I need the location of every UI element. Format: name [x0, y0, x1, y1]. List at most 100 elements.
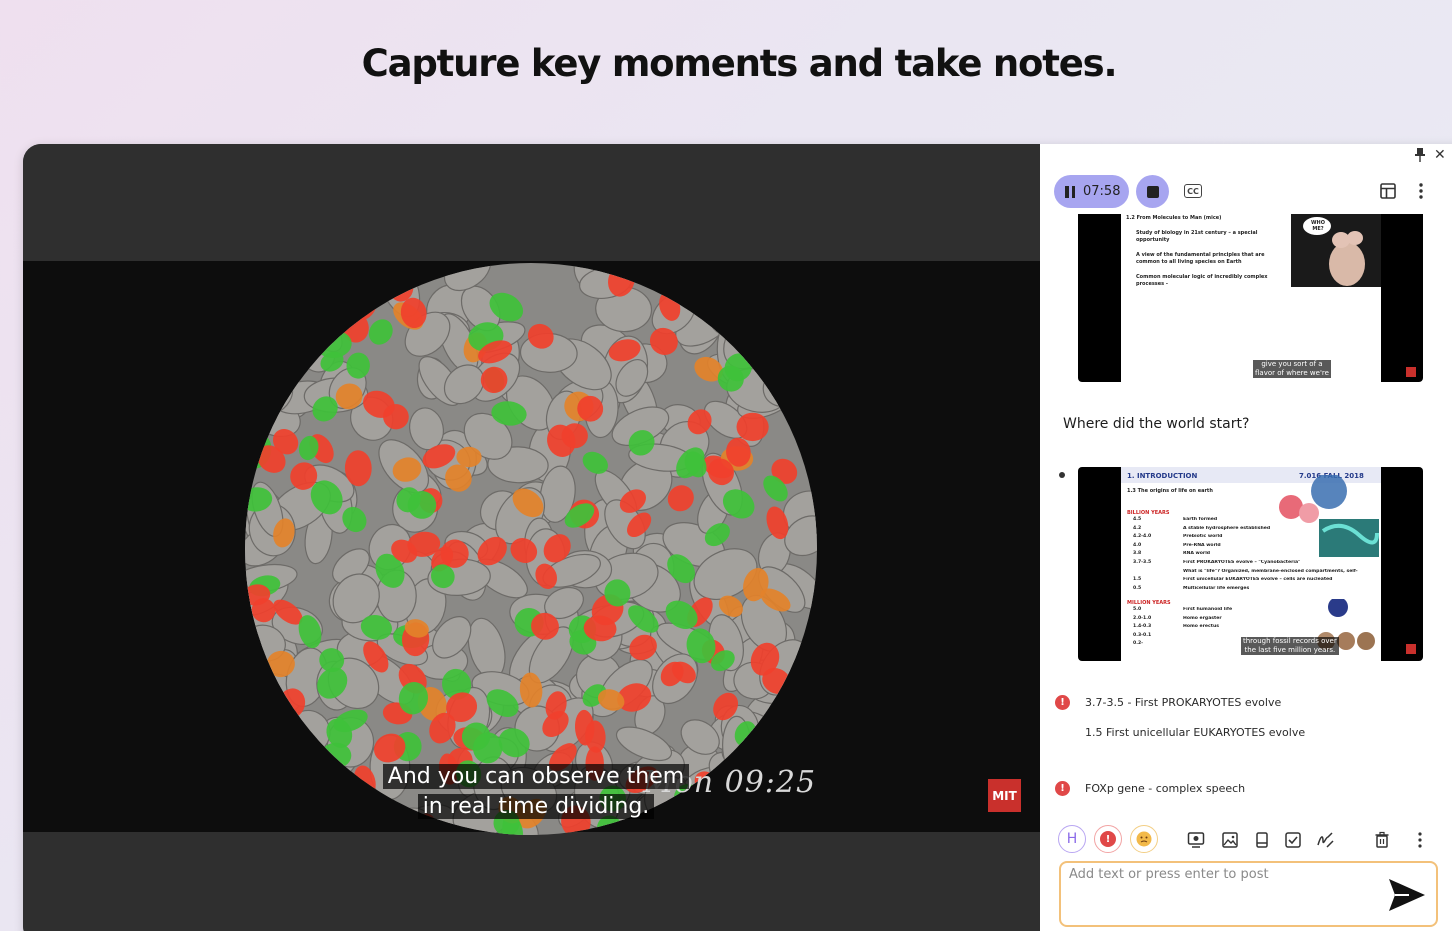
video-subtitles: And you can observe them in real time di…	[376, 762, 696, 822]
timeline-year: 1.4-0.3	[1133, 624, 1152, 630]
video-player[interactable]: Mon 09:25 And you can observe them in re…	[23, 144, 1040, 931]
cell-nucleus	[791, 732, 817, 761]
mit-logo-small	[1406, 367, 1416, 377]
cell-nucleus	[456, 446, 482, 468]
close-icon[interactable]: ✕	[1434, 146, 1446, 164]
cell-body	[729, 315, 784, 346]
screenshot-icon[interactable]	[1187, 831, 1205, 849]
captured-slide-thumbnail[interactable]: 1.2 From Molecules to Man (mice) Study o…	[1078, 214, 1423, 382]
cell-nucleus	[245, 801, 266, 830]
pause-icon	[1065, 185, 1075, 198]
cell-body	[247, 288, 277, 332]
cell-nucleus	[368, 319, 393, 345]
slide-section-label: MILLION YEARS	[1127, 600, 1171, 606]
app-window: Mon 09:25 And you can observe them in re…	[23, 144, 1452, 931]
drawing-icon[interactable]	[1316, 831, 1334, 849]
heading-tag-label: H	[1066, 831, 1078, 847]
mouse-photo: WHO ME?	[1291, 214, 1381, 287]
timeline-year: 4.2-4.0	[1133, 534, 1152, 540]
recording-time: 07:58	[1083, 184, 1121, 199]
microscope-image	[245, 263, 817, 835]
note-text[interactable]: 1.5 First unicellular EUKARYOTES evolve	[1085, 726, 1305, 739]
cell-nucleus	[330, 265, 359, 294]
pause-recording-button[interactable]: 07:58	[1054, 175, 1129, 208]
cell-body	[765, 274, 800, 320]
slide-section-label: BILLION YEARS	[1127, 510, 1170, 516]
cell-nucleus	[279, 731, 304, 758]
cell-body	[245, 807, 272, 835]
captured-slide-thumbnail[interactable]: 1. INTRODUCTION 7.016 FALL 2018 1.3 The …	[1078, 467, 1423, 661]
cell-body	[773, 329, 817, 373]
cell-culture-graphic	[245, 263, 817, 835]
video-frame: Mon 09:25 And you can observe them in re…	[23, 261, 1040, 835]
heading-tag-button[interactable]: H	[1058, 825, 1086, 853]
note-input[interactable]	[1069, 867, 1369, 882]
layout-icon[interactable]	[1380, 183, 1396, 199]
closed-captions-button[interactable]: CC	[1184, 184, 1202, 198]
confused-face-icon	[1136, 831, 1152, 847]
cell-body	[245, 325, 288, 357]
more-options-icon[interactable]	[1411, 831, 1429, 849]
slide-line: A view of the fundamental principles tha…	[1136, 252, 1265, 265]
timeline-year: 3.8	[1133, 551, 1142, 557]
timeline-year: 4.5	[1133, 517, 1142, 522]
cell-nucleus	[645, 263, 673, 279]
cell-illustration	[1279, 475, 1379, 557]
slide-line: Common molecular logic of incredibly com…	[1136, 274, 1268, 287]
cell-body	[245, 263, 270, 288]
cell-body	[707, 263, 754, 317]
cell-body	[741, 263, 806, 297]
timeline-year: 0.2-	[1133, 641, 1144, 647]
cell-nucleus	[301, 803, 335, 830]
stop-recording-button[interactable]	[1136, 175, 1169, 208]
note-composer[interactable]	[1059, 861, 1438, 927]
caption-line-2: flavor of where we're	[1255, 369, 1329, 377]
caption-line-1: through fossil records over	[1243, 637, 1337, 645]
cell-nucleus	[320, 742, 352, 769]
cell-body	[245, 263, 307, 287]
timeline-year: 4.2	[1133, 525, 1142, 531]
checkbox-icon[interactable]	[1284, 831, 1302, 849]
cell-nucleus	[729, 801, 761, 821]
timeline-event: Multicellular life emerges	[1183, 585, 1250, 591]
slide-content: 1.2 From Molecules to Man (mice) Study o…	[1121, 214, 1381, 382]
send-icon[interactable]	[1387, 877, 1427, 913]
timeline-year: 0.5	[1133, 585, 1142, 591]
cell-nucleus	[399, 263, 424, 277]
important-icon[interactable]: !	[1055, 695, 1070, 710]
slide-title: 1.2 From Molecules to Man (mice)	[1126, 215, 1222, 221]
cell-nucleus	[765, 816, 786, 835]
confused-tag-button[interactable]	[1130, 825, 1158, 853]
slide-line: Study of biology in 21st century – a spe…	[1136, 230, 1258, 243]
pin-icon[interactable]	[1415, 148, 1425, 162]
timeline-year: 4.0	[1133, 542, 1142, 548]
important-icon[interactable]: !	[1055, 781, 1070, 796]
card-icon[interactable]	[1253, 831, 1271, 849]
important-tag-button[interactable]: !	[1094, 825, 1122, 853]
cell-body	[768, 296, 817, 345]
cell-body	[749, 263, 795, 282]
note-toolbar: H !	[1058, 825, 1452, 855]
page-headline: Capture key moments and take notes.	[361, 42, 1118, 85]
notes-panel: ✕ 07:58 CC 1.2 From Molecules to Man (mi…	[1040, 144, 1452, 931]
cell-body	[245, 723, 279, 765]
cell-nucleus	[285, 758, 313, 784]
note-text[interactable]: 3.7-3.5 - First PROKARYOTES evolve	[1085, 696, 1281, 709]
image-icon[interactable]	[1221, 831, 1239, 849]
note-heading[interactable]: Where did the world start?	[1063, 416, 1249, 432]
cell-nucleus	[796, 354, 817, 385]
note-text[interactable]: FOXp gene - complex speech	[1085, 782, 1245, 795]
timeline-year: 2.0-1.0	[1133, 615, 1152, 621]
mit-logo-small	[1406, 644, 1416, 654]
timeline-event: What is "life"? Organized, membrane-encl…	[1183, 568, 1358, 574]
cell-nucleus	[260, 330, 287, 359]
cell-body	[337, 279, 388, 311]
mit-logo: MIT	[988, 779, 1021, 812]
cell-nucleus	[261, 682, 282, 708]
more-options-icon[interactable]	[1418, 182, 1424, 200]
timeline-year: 0.3-0.1	[1133, 632, 1152, 638]
timeline-event: First unicellular EUKARYOTES evolve – ce…	[1183, 577, 1333, 583]
cell-nucleus	[798, 690, 817, 719]
timeline-year: 1.5	[1133, 577, 1142, 583]
trash-icon[interactable]	[1373, 831, 1391, 849]
